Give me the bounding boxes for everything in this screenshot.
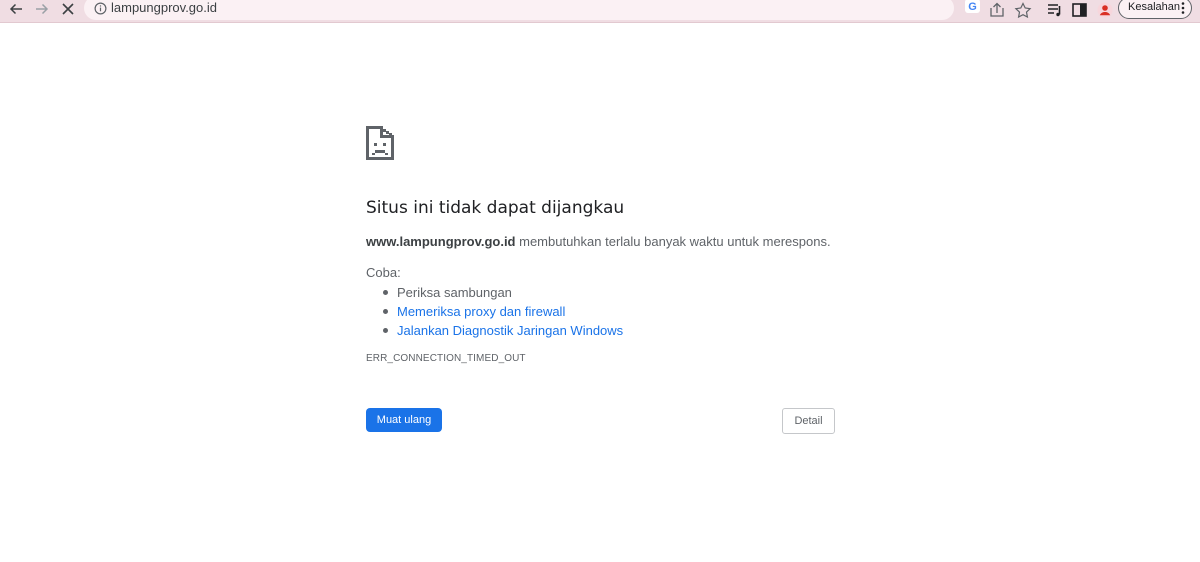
- profile-chip-label: Kesalahan: [1128, 1, 1180, 13]
- close-icon: [62, 3, 74, 15]
- suggestion-run-diagnostics[interactable]: Jalankan Diagnostik Jaringan Windows: [382, 321, 623, 340]
- error-description-text: membutuhkan terlalu banyak waktu untuk m…: [515, 234, 831, 249]
- check-proxy-link[interactable]: Memeriksa proxy dan firewall: [397, 304, 565, 319]
- suggestions-list: Periksa sambungan Memeriksa proxy dan fi…: [366, 283, 623, 340]
- star-icon[interactable]: [1014, 2, 1032, 18]
- error-title: Situs ini tidak dapat dijangkau: [366, 198, 625, 218]
- profile-error-chip[interactable]: Kesalahan: [1118, 0, 1192, 19]
- back-arrow-icon: [9, 3, 22, 15]
- kebab-menu-icon[interactable]: [1181, 1, 1185, 15]
- browser-toolbar: lampungprov.go.id G Kesalahan: [0, 0, 1200, 23]
- reading-list-icon[interactable]: [1046, 2, 1064, 18]
- suggestion-check-proxy[interactable]: Memeriksa proxy dan firewall: [382, 302, 623, 321]
- address-bar[interactable]: lampungprov.go.id G: [84, 0, 980, 20]
- error-code: ERR_CONNECTION_TIMED_OUT: [366, 353, 526, 364]
- run-diagnostics-link[interactable]: Jalankan Diagnostik Jaringan Windows: [397, 323, 623, 338]
- reload-button[interactable]: Muat ulang: [366, 408, 442, 432]
- url-text[interactable]: lampungprov.go.id: [111, 0, 217, 15]
- side-panel-icon[interactable]: [1071, 2, 1089, 18]
- details-button[interactable]: Detail: [782, 408, 835, 434]
- back-button[interactable]: [6, 0, 26, 18]
- info-icon[interactable]: [94, 2, 107, 15]
- share-icon[interactable]: [988, 2, 1006, 18]
- svg-text:G: G: [968, 1, 977, 13]
- stop-button[interactable]: [58, 0, 78, 18]
- error-host: www.lampungprov.go.id: [366, 234, 516, 249]
- sad-document-icon: [366, 126, 394, 160]
- try-label: Coba:: [366, 265, 401, 280]
- forward-button[interactable]: [32, 0, 52, 18]
- forward-arrow-icon: [36, 3, 49, 15]
- suggestion-check-connection: Periksa sambungan: [382, 283, 623, 302]
- profile-avatar-icon[interactable]: [1096, 2, 1114, 18]
- google-icon[interactable]: G: [964, 0, 982, 14]
- suggestion-text: Periksa sambungan: [397, 285, 512, 300]
- error-description: www.lampungprov.go.id membutuhkan terlal…: [366, 234, 831, 249]
